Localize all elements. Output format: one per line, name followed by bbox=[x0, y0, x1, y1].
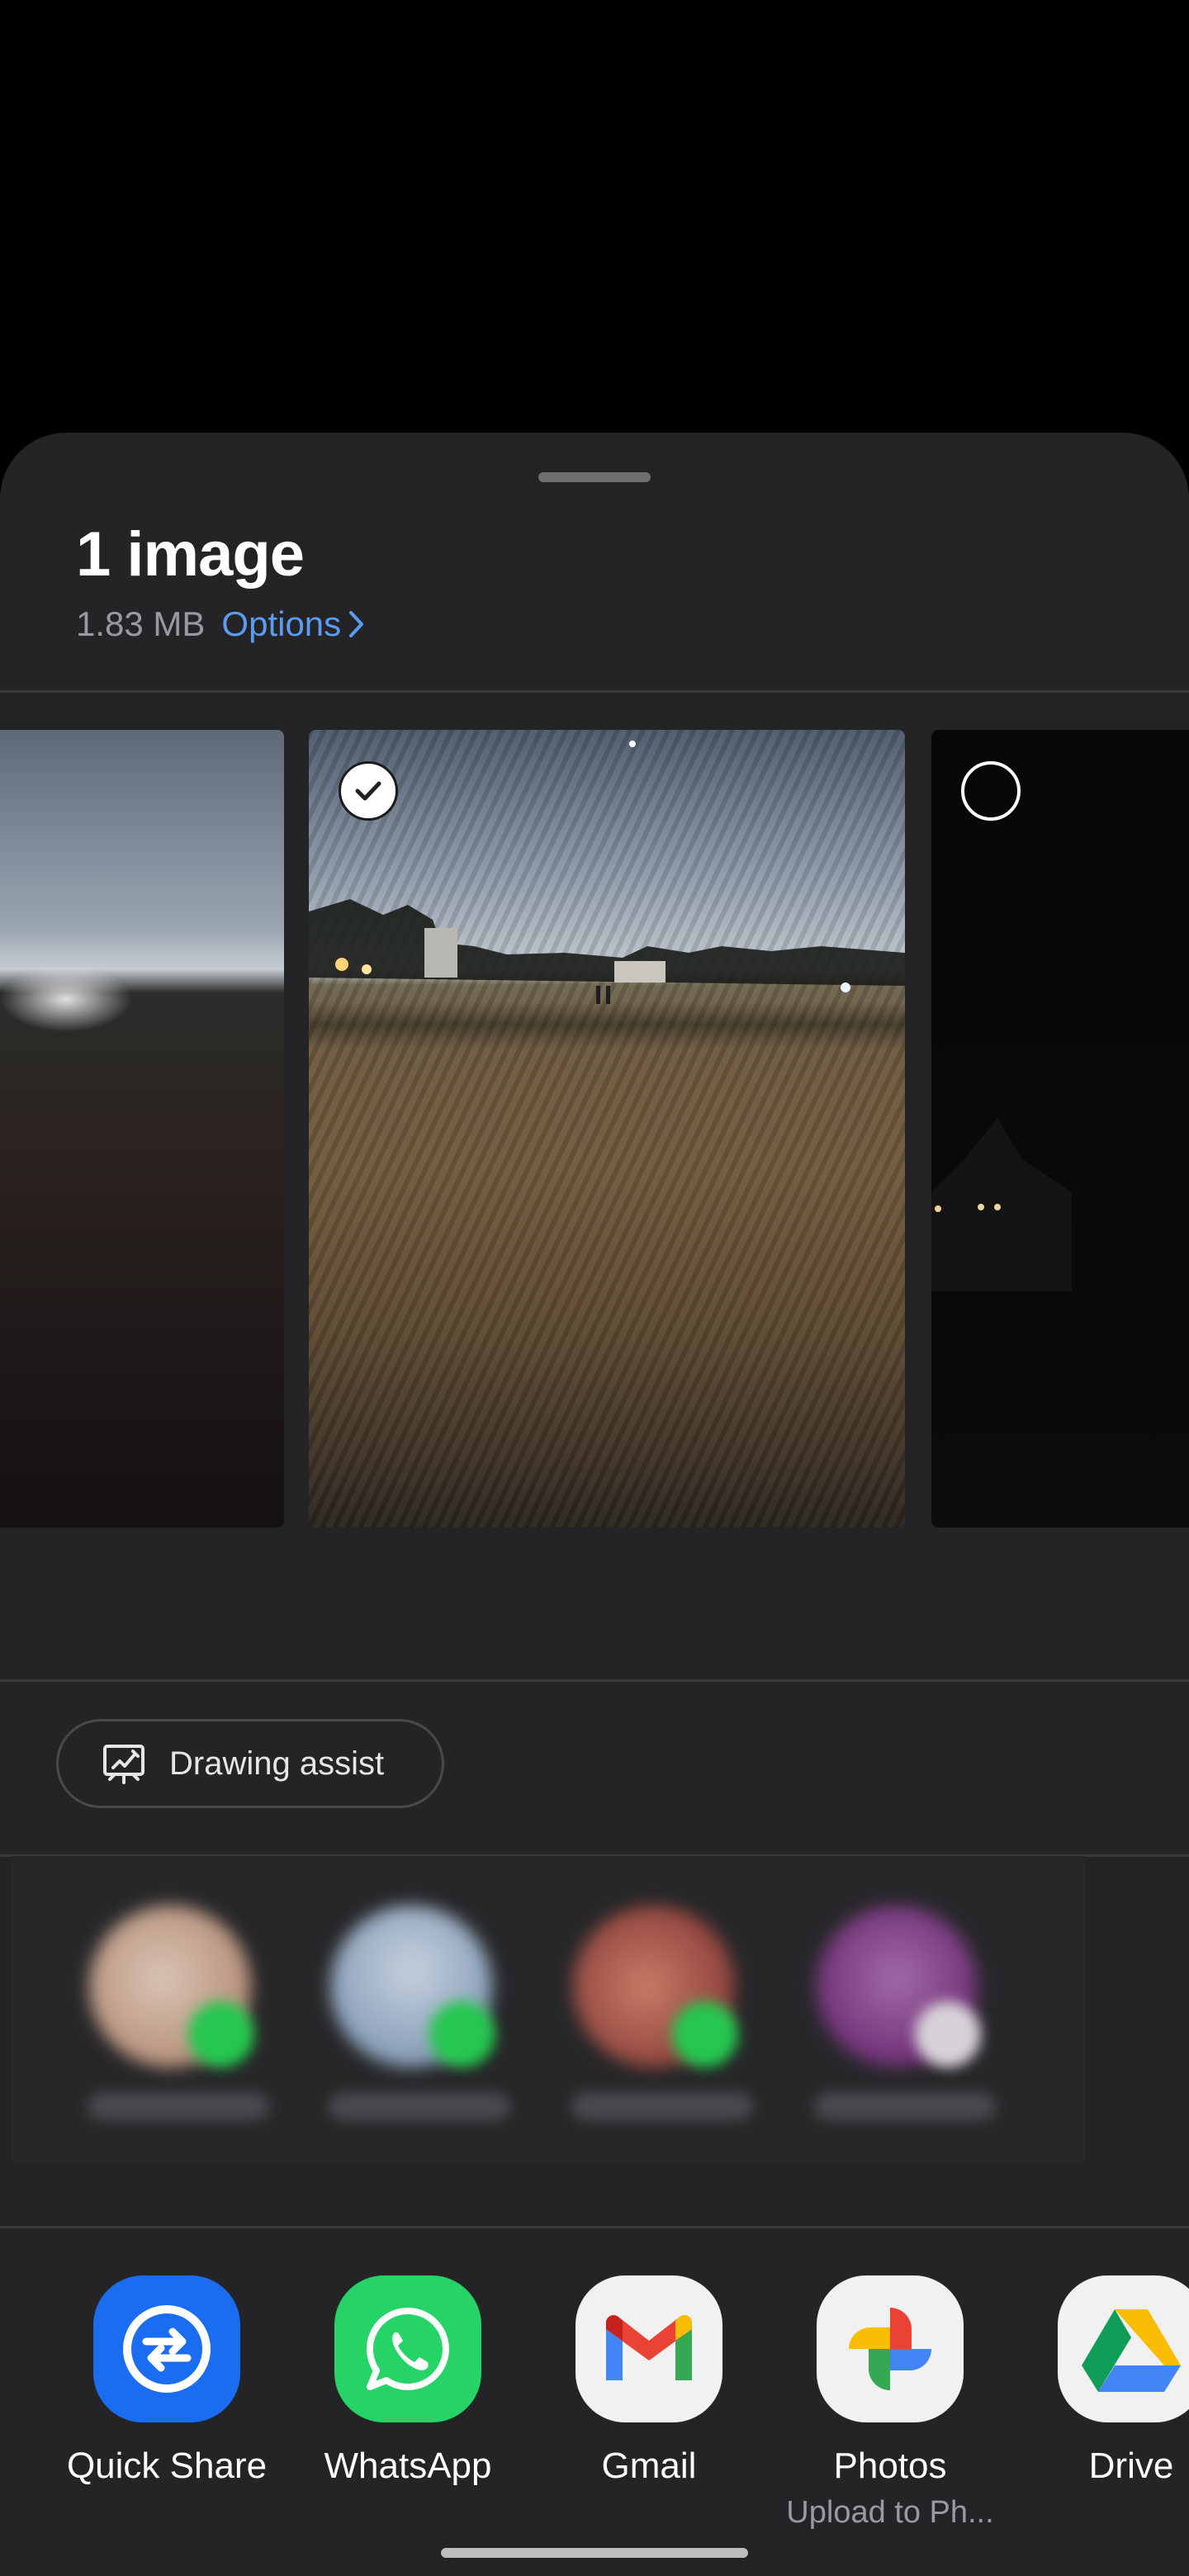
whatsapp-badge-icon bbox=[672, 2001, 738, 2067]
whatsapp-icon bbox=[334, 2275, 481, 2422]
share-title: 1 image bbox=[76, 519, 305, 590]
contact-target[interactable] bbox=[563, 1906, 753, 2137]
app-badge-icon bbox=[915, 2001, 981, 2067]
app-drive[interactable]: Drive bbox=[1011, 2275, 1189, 2487]
contact-name bbox=[571, 2092, 753, 2120]
selected-check-icon[interactable] bbox=[339, 761, 398, 821]
chevron-right-icon bbox=[349, 611, 364, 637]
drag-handle[interactable] bbox=[538, 472, 651, 482]
image-thumbnail[interactable] bbox=[931, 730, 1189, 1527]
direct-share-contacts bbox=[12, 1856, 1085, 2163]
contact-target[interactable] bbox=[320, 1906, 510, 2137]
app-share-row: Quick Share WhatsApp Gmail Photos Upload… bbox=[0, 2275, 1189, 2576]
google-photos-icon bbox=[817, 2275, 964, 2422]
contact-name bbox=[329, 2092, 510, 2120]
app-gmail[interactable]: Gmail bbox=[528, 2275, 770, 2487]
quick-share-icon bbox=[93, 2275, 240, 2422]
drawing-assist-button[interactable]: Drawing assist bbox=[56, 1719, 444, 1808]
field-scene bbox=[309, 741, 905, 1004]
drawing-assist-icon bbox=[103, 1745, 144, 1784]
app-name: Quick Share bbox=[66, 2446, 268, 2486]
divider bbox=[0, 1679, 1189, 1682]
app-name: Gmail bbox=[601, 2446, 697, 2486]
app-name: Photos bbox=[833, 2446, 947, 2486]
divider bbox=[0, 2226, 1189, 2228]
options-link[interactable]: Options bbox=[221, 604, 366, 644]
home-indicator[interactable] bbox=[441, 2548, 748, 2558]
google-drive-icon bbox=[1058, 2275, 1189, 2422]
contact-name bbox=[814, 2092, 996, 2120]
whatsapp-badge-icon bbox=[429, 2001, 495, 2067]
image-thumbnail[interactable] bbox=[0, 730, 284, 1527]
gmail-icon bbox=[576, 2275, 722, 2422]
unselected-circle-icon[interactable] bbox=[961, 761, 1021, 821]
app-name: WhatsApp bbox=[324, 2446, 492, 2486]
share-subtitle-row: 1.83 MB Options bbox=[76, 604, 366, 644]
app-name: Drive bbox=[1088, 2446, 1174, 2486]
app-subtitle: Upload to Ph... bbox=[786, 2495, 994, 2530]
image-carousel[interactable] bbox=[0, 730, 1189, 1527]
file-size: 1.83 MB bbox=[76, 604, 206, 643]
contact-target[interactable] bbox=[806, 1906, 996, 2137]
contact-name bbox=[88, 2092, 269, 2120]
share-sheet: 1 image 1.83 MB Options Drawing assist Q… bbox=[0, 433, 1189, 2576]
contact-target[interactable] bbox=[79, 1906, 269, 2137]
app-quick-share[interactable]: Quick Share bbox=[46, 2275, 287, 2487]
divider bbox=[0, 690, 1189, 693]
image-thumbnail-selected[interactable] bbox=[309, 730, 905, 1527]
options-label: Options bbox=[221, 604, 342, 643]
drawing-assist-label: Drawing assist bbox=[169, 1745, 385, 1782]
night-scene bbox=[931, 1118, 1072, 1291]
app-photos[interactable]: Photos Upload to Ph... bbox=[770, 2275, 1011, 2531]
whatsapp-badge-icon bbox=[188, 2001, 254, 2067]
app-whatsapp[interactable]: WhatsApp bbox=[287, 2275, 528, 2487]
